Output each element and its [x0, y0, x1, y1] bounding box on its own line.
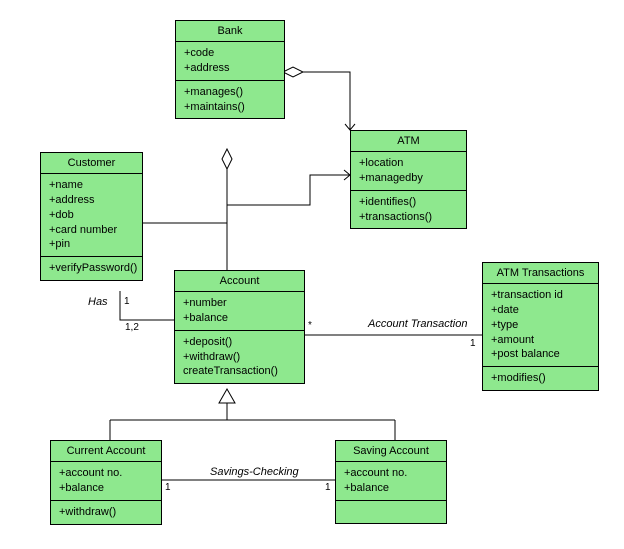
attr: +dob: [49, 208, 134, 223]
operations: +withdraw(): [51, 501, 161, 524]
op: +deposit(): [183, 335, 296, 350]
op: +verifyPassword(): [49, 261, 134, 276]
mult: *: [308, 320, 312, 331]
attr: +address: [184, 61, 276, 76]
attr: +code: [184, 46, 276, 61]
mult: 1: [124, 296, 130, 307]
attributes: +account no. +balance: [336, 462, 446, 501]
class-name: ATM: [351, 131, 466, 152]
attr: +balance: [59, 481, 153, 496]
op: +identifies(): [359, 195, 458, 210]
attributes: +transaction id +date +type +amount +pos…: [483, 284, 598, 367]
class-name: Bank: [176, 21, 284, 42]
class-current-account: Current Account +account no. +balance +w…: [50, 440, 162, 525]
operations: [336, 501, 446, 523]
op: +manages(): [184, 85, 276, 100]
op: +withdraw(): [59, 505, 153, 520]
operations: +verifyPassword(): [41, 257, 142, 280]
attr: +account no.: [59, 466, 153, 481]
op: createTransaction(): [183, 364, 296, 379]
class-account: Account +number +balance +deposit() +wit…: [174, 270, 305, 384]
attributes: +code +address: [176, 42, 284, 81]
attr: +amount: [491, 333, 590, 348]
op: +maintains(): [184, 100, 276, 115]
class-name: ATM Transactions: [483, 263, 598, 284]
assoc-label-has: Has: [88, 296, 108, 308]
class-name: Account: [175, 271, 304, 292]
mult: 1,2: [125, 322, 139, 333]
class-atm-transactions: ATM Transactions +transaction id +date +…: [482, 262, 599, 391]
class-bank: Bank +code +address +manages() +maintain…: [175, 20, 285, 119]
attr: +post balance: [491, 347, 590, 362]
attr: +date: [491, 303, 590, 318]
assoc-label-savings-checking: Savings-Checking: [210, 466, 299, 478]
operations: +identifies() +transactions(): [351, 191, 466, 229]
class-customer: Customer +name +address +dob +card numbe…: [40, 152, 143, 281]
attr: +number: [183, 296, 296, 311]
class-saving-account: Saving Account +account no. +balance: [335, 440, 447, 524]
operations: +modifies(): [483, 367, 598, 390]
class-atm: ATM +location +managedby +identifies() +…: [350, 130, 467, 229]
attr: +balance: [344, 481, 438, 496]
attr: +managedby: [359, 171, 458, 186]
mult: 1: [165, 482, 171, 493]
mult: 1: [470, 338, 476, 349]
op: +withdraw(): [183, 350, 296, 365]
class-name: Current Account: [51, 441, 161, 462]
attr: +type: [491, 318, 590, 333]
attr: +location: [359, 156, 458, 171]
attributes: +name +address +dob +card number +pin: [41, 174, 142, 257]
attr: +pin: [49, 237, 134, 252]
attributes: +number +balance: [175, 292, 304, 331]
operations: +manages() +maintains(): [176, 81, 284, 119]
attr: +name: [49, 178, 134, 193]
attr: +balance: [183, 311, 296, 326]
attributes: +account no. +balance: [51, 462, 161, 501]
attr: +transaction id: [491, 288, 590, 303]
op: +modifies(): [491, 371, 590, 386]
class-name: Saving Account: [336, 441, 446, 462]
mult: 1: [325, 482, 331, 493]
attr: +account no.: [344, 466, 438, 481]
operations: +deposit() +withdraw() createTransaction…: [175, 331, 304, 384]
attr: +address: [49, 193, 134, 208]
attributes: +location +managedby: [351, 152, 466, 191]
op: +transactions(): [359, 210, 458, 225]
assoc-label-account-transaction: Account Transaction: [368, 318, 467, 330]
class-name: Customer: [41, 153, 142, 174]
uml-canvas: Bank +code +address +manages() +maintain…: [0, 0, 624, 549]
attr: +card number: [49, 223, 134, 238]
